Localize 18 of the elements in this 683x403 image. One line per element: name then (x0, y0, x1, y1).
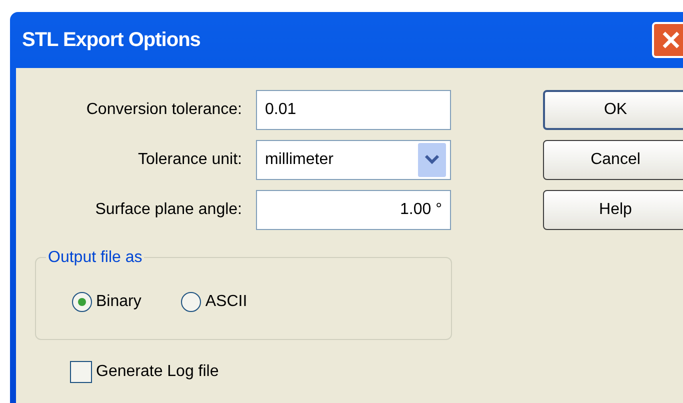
dialog-button[interactable]: OK (543, 90, 683, 130)
radio-option[interactable]: ASCII (181, 290, 248, 314)
checkbox[interactable] (70, 361, 92, 383)
radio-button[interactable] (72, 292, 92, 312)
field-label: Tolerance unit: (136, 150, 243, 170)
radio-button[interactable] (181, 292, 202, 312)
field-label: Surface plane angle: (94, 200, 243, 220)
field-label: Conversion tolerance: (85, 100, 243, 120)
close-icon (661, 30, 681, 50)
text-field[interactable]: 1.00 ° (256, 190, 451, 230)
unit-dropdown[interactable]: millimeter (256, 140, 451, 180)
text-field[interactable]: 0.01 (256, 90, 451, 130)
log-checkbox-row[interactable]: Generate Log file (70, 360, 464, 384)
dialog-button[interactable]: Help (543, 190, 683, 230)
dialog-button[interactable]: Cancel (543, 140, 683, 180)
close-button[interactable] (652, 22, 683, 58)
radio-option[interactable]: Binary (72, 290, 142, 314)
window-title: STL Export Options (22, 28, 200, 53)
